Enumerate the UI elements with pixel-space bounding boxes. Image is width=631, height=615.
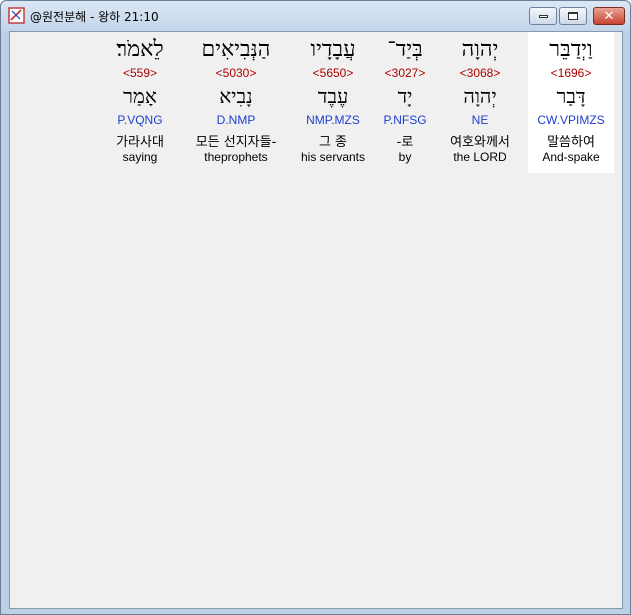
english-gloss: by: [398, 150, 412, 164]
korean-gloss: -로: [396, 135, 414, 150]
hebrew-word: עֲבָדָיו: [310, 37, 356, 62]
minimize-button[interactable]: [529, 7, 557, 25]
lemma-word: יָד: [397, 84, 413, 108]
korean-gloss: 그 종: [318, 135, 348, 150]
hebrew-word: לֵאמֹר׃: [116, 37, 164, 62]
morphology-code: P.VQNG: [117, 113, 163, 127]
word-analysis-panel: וַיְדַבֵּר <1696> דָּבַר CW.VPIMZS 말씀하여 …: [9, 31, 623, 609]
morphology-code: D.NMP: [216, 113, 256, 127]
hebrew-word: הַנְּבִיאִים: [201, 37, 271, 62]
word-column[interactable]: הַנְּבִיאִים <5030> נָבִיא D.NMP 모든 선지자들…: [178, 32, 294, 173]
english-gloss: the LORD: [453, 150, 507, 164]
word-column[interactable]: וַיְדַבֵּר <1696> דָּבַר CW.VPIMZS 말씀하여 …: [528, 32, 614, 173]
strong-number[interactable]: <3068>: [434, 66, 526, 80]
lemma-word: דָּבַר: [556, 84, 586, 108]
morphology-code: P.NFSG: [383, 113, 427, 127]
lemma-word: עֶבֶד: [317, 84, 349, 108]
hebrew-word: וַיְדַבֵּר: [549, 37, 593, 62]
word-column[interactable]: עֲבָדָיו <5650> עֶבֶד NMP.MZS 그 종 his se…: [290, 32, 376, 173]
title-bar[interactable]: @원전분해 - 왕하 21:10 ✕: [1, 1, 630, 31]
morphology-code: NE: [471, 113, 489, 127]
strong-number[interactable]: <559>: [102, 66, 178, 80]
korean-gloss: 말씀하여: [547, 135, 595, 150]
korean-gloss: 여호와께서: [450, 135, 510, 150]
lemma-word: אָמַר: [123, 84, 157, 108]
korean-gloss: 모든 선지자들-: [195, 135, 277, 150]
app-icon[interactable]: [8, 7, 25, 24]
window-title: @원전분해 - 왕하 21:10: [30, 10, 159, 24]
korean-gloss: 가라사대: [116, 135, 164, 150]
strong-number[interactable]: <5650>: [290, 66, 376, 80]
maximize-icon: [568, 12, 578, 20]
maximize-button[interactable]: [559, 7, 587, 25]
lemma-word: נָבִיא: [219, 84, 253, 108]
minimize-icon: [538, 14, 548, 18]
lemma-word: יְהוָה: [463, 84, 497, 108]
word-column[interactable]: בְּיַד־ <3027> יָד P.NFSG -로 by: [370, 32, 440, 173]
english-gloss: saying: [122, 150, 158, 164]
hebrew-word: יְהוָה: [461, 37, 499, 62]
close-icon: ✕: [603, 8, 615, 24]
strong-number[interactable]: <3027>: [370, 66, 440, 80]
close-button[interactable]: ✕: [593, 7, 625, 25]
strong-number[interactable]: <1696>: [528, 66, 614, 80]
hebrew-word: בְּיַד־: [387, 37, 423, 62]
morphology-code: NMP.MZS: [306, 113, 360, 127]
english-gloss: his servants: [300, 150, 366, 164]
strong-number[interactable]: <5030>: [178, 66, 294, 80]
word-column[interactable]: לֵאמֹר׃ <559> אָמַר P.VQNG 가라사대 saying: [102, 32, 178, 173]
morphology-code: CW.VPIMZS: [537, 113, 605, 127]
app-window: @원전분해 - 왕하 21:10 ✕ וַיְדַבֵּר <1696> דָּ…: [0, 0, 631, 615]
word-column[interactable]: יְהוָה <3068> יְהוָה NE 여호와께서 the LORD: [434, 32, 526, 173]
english-gloss: theprophets: [204, 150, 268, 164]
english-gloss: And-spake: [542, 150, 600, 164]
